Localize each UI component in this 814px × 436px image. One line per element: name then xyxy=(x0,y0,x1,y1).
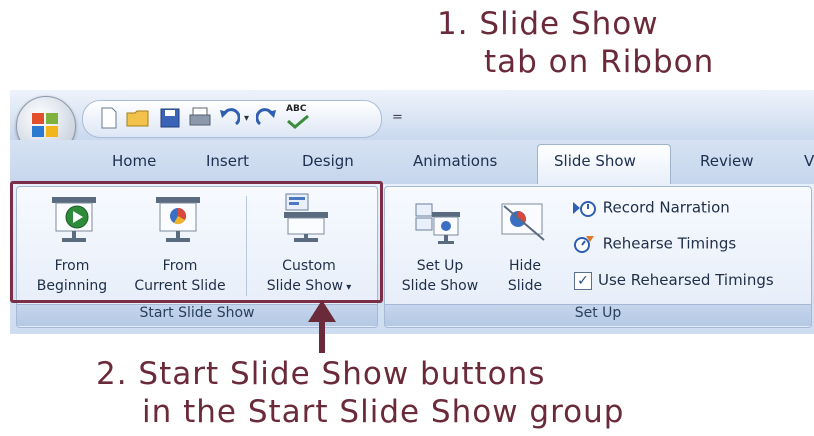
hide-line1: Hide xyxy=(509,258,541,274)
tab-review[interactable]: Review xyxy=(700,152,754,170)
record-narration-button[interactable]: Record Narration xyxy=(572,198,730,218)
annotation-arrow-2 xyxy=(319,321,325,353)
use-rehearsed-timings-option[interactable]: ✓ Use Rehearsed Timings xyxy=(574,271,774,290)
setup-slide-show-button[interactable]: Set Up Slide Show xyxy=(388,256,492,296)
spelling-abc-label: ABC xyxy=(286,104,307,114)
undo-dropdown-icon[interactable]: ▾ xyxy=(244,113,249,124)
use-rehearsed-label: Use Rehearsed Timings xyxy=(598,271,774,289)
group-label-set-up: Set Up xyxy=(385,304,811,326)
record-narration-label: Record Narration xyxy=(602,198,730,217)
rehearse-timings-button[interactable]: Rehearse Timings xyxy=(572,234,736,254)
print-icon[interactable] xyxy=(188,106,212,130)
tab-animations[interactable]: Animations xyxy=(413,152,497,170)
save-icon[interactable] xyxy=(160,108,180,128)
undo-icon[interactable] xyxy=(218,108,240,128)
new-icon[interactable] xyxy=(100,107,118,129)
hide-slide-button[interactable]: Hide Slide xyxy=(494,256,556,296)
office-logo-icon xyxy=(32,113,58,137)
open-icon[interactable] xyxy=(126,108,152,128)
rehearse-timings-icon xyxy=(574,236,594,253)
setup-line1: Set Up xyxy=(416,258,464,274)
record-narration-icon xyxy=(573,201,596,217)
annotation-step2-line2: in the Start Slide Show group xyxy=(142,394,625,430)
redo-icon[interactable] xyxy=(256,108,278,128)
spelling-icon[interactable]: ABC xyxy=(286,104,316,130)
hide-slide-icon xyxy=(501,203,545,241)
hide-line2: Slide xyxy=(507,278,543,294)
setup-slide-show-icon xyxy=(415,203,460,244)
tab-home[interactable]: Home xyxy=(112,152,156,170)
highlight-box-start-group xyxy=(10,181,383,303)
setup-line2: Slide Show xyxy=(401,278,479,294)
customize-qat-icon[interactable]: = xyxy=(392,110,403,125)
tab-view[interactable]: V xyxy=(804,152,814,170)
rehearse-timings-label: Rehearse Timings xyxy=(602,234,737,253)
tab-design[interactable]: Design xyxy=(302,152,354,170)
annotation-step1-line2: tab on Ribbon xyxy=(484,44,715,80)
checkmark-icon xyxy=(287,114,309,129)
use-rehearsed-checkbox[interactable]: ✓ xyxy=(574,272,592,290)
annotation-step2-line1: 2. Start Slide Show buttons xyxy=(96,356,546,392)
tab-insert[interactable]: Insert xyxy=(206,152,249,170)
tab-slide-show[interactable]: Slide Show xyxy=(554,152,636,170)
annotation-step1-line1: 1. Slide Show xyxy=(437,6,659,42)
